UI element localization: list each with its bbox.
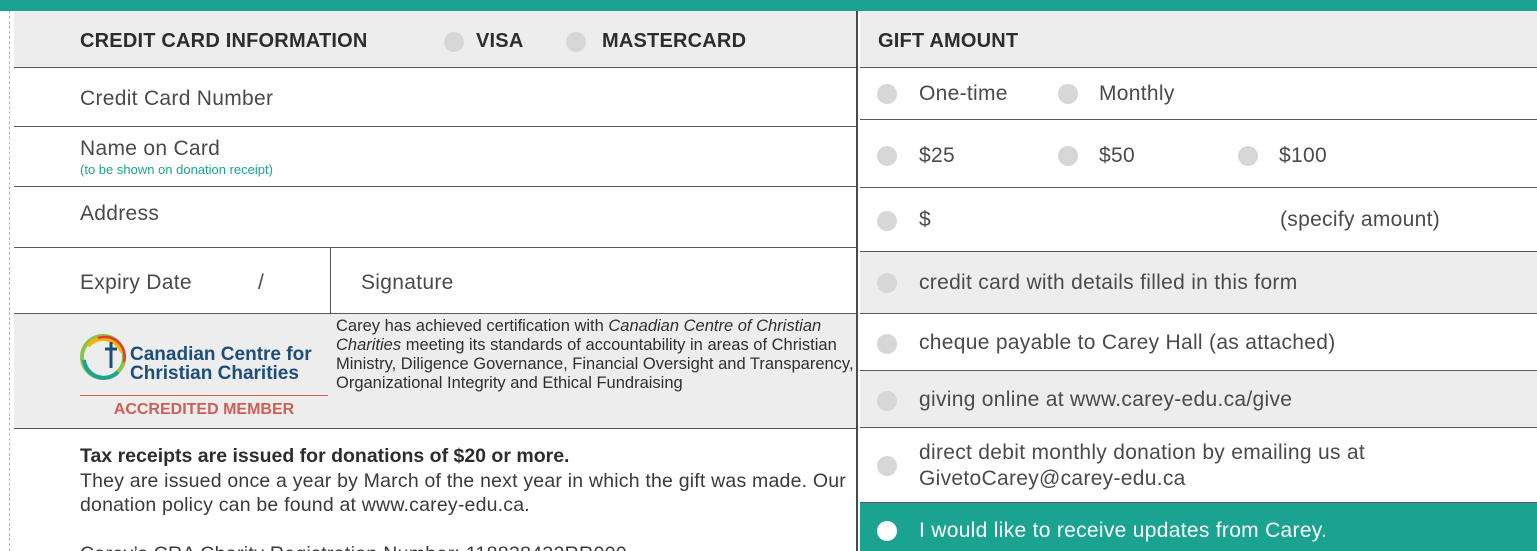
accreditation-text-start: Carey has achieved certification with (336, 317, 609, 335)
method-credit-card-label: credit card with details filled in this … (919, 271, 1298, 294)
credit-card-section: CREDIT CARD INFORMATION VISA MASTERCARD … (14, 11, 858, 551)
method-cheque-radio[interactable] (877, 334, 897, 354)
expiry-divider (330, 248, 331, 313)
amount-25-radio[interactable] (877, 146, 897, 166)
address-label: Address (80, 202, 160, 225)
custom-amount-prefix: $ (919, 208, 931, 231)
one-time-radio[interactable] (877, 84, 897, 104)
org-name-line1: Canadian Centre for (130, 344, 312, 365)
amount-50-label: $50 (1099, 144, 1135, 167)
visa-label: VISA (476, 30, 524, 52)
tax-receipt-block: Tax receipts are issued for donations of… (14, 429, 856, 551)
credit-card-title: CREDIT CARD INFORMATION (80, 30, 368, 52)
accreditation-text-end: meeting its standards of accountability … (336, 336, 854, 392)
mastercard-radio[interactable] (566, 32, 586, 52)
name-on-card-note: (to be shown on donation receipt) (80, 162, 273, 177)
name-on-card-field[interactable]: Name on Card (to be shown on donation re… (14, 127, 856, 187)
frequency-row: One-time Monthly (860, 68, 1537, 120)
donation-form: CREDIT CARD INFORMATION VISA MASTERCARD … (14, 11, 1537, 551)
address-field[interactable]: Address (14, 187, 856, 248)
tax-receipt-body: They are issued once a year by March of … (80, 470, 846, 516)
amount-row: $25 $50 $100 (860, 120, 1537, 188)
amount-50-radio[interactable] (1058, 146, 1078, 166)
updates-radio[interactable] (877, 521, 897, 541)
expiry-separator: / (258, 271, 265, 294)
method-online-radio[interactable] (877, 391, 897, 411)
method-online-label: giving online at www.carey-edu.ca/give (919, 388, 1293, 411)
method-direct-debit-label: direct debit monthly donation by emailin… (919, 441, 1366, 490)
org-name-line2: Christian Charities (130, 363, 299, 384)
monthly-radio[interactable] (1058, 84, 1078, 104)
amount-100-label: $100 (1279, 144, 1327, 167)
accredited-member-badge: ACCREDITED MEMBER (80, 395, 328, 419)
amount-25-label: $25 (919, 144, 955, 167)
gift-amount-header: GIFT AMOUNT (860, 11, 1537, 68)
accreditation-text: Carey has achieved certification with Ca… (336, 317, 856, 393)
method-credit-card-row: credit card with details filled in this … (860, 252, 1537, 314)
top-accent-bar (0, 0, 1537, 11)
card-number-label: Credit Card Number (80, 87, 274, 110)
gift-amount-title: GIFT AMOUNT (878, 30, 1019, 52)
method-credit-card-radio[interactable] (877, 273, 897, 293)
one-time-label: One-time (919, 82, 1008, 105)
custom-amount-radio[interactable] (877, 211, 897, 231)
card-number-field[interactable]: Credit Card Number (14, 68, 856, 127)
tax-receipt-heading: Tax receipts are issued for donations of… (80, 445, 570, 467)
expiry-signature-row: Expiry Date / Signature (14, 248, 856, 314)
custom-amount-note: (specify amount) (1280, 208, 1441, 231)
signature-label: Signature (361, 271, 454, 294)
method-cheque-row: cheque payable to Carey Hall (as attache… (860, 314, 1537, 371)
updates-row: I would like to receive updates from Car… (860, 503, 1537, 551)
charity-registration: Carey’s CRA Charity Registration Number:… (80, 543, 627, 551)
custom-amount-row[interactable]: $ (specify amount) (860, 188, 1537, 252)
cccc-logo-icon (80, 334, 126, 380)
method-direct-debit-row: direct debit monthly donation by emailin… (860, 428, 1537, 503)
name-on-card-label: Name on Card (80, 137, 221, 160)
mastercard-label: MASTERCARD (602, 30, 747, 52)
updates-label: I would like to receive updates from Car… (919, 519, 1328, 542)
monthly-label: Monthly (1099, 82, 1175, 105)
expiry-date-label: Expiry Date (80, 271, 192, 294)
method-direct-debit-radio[interactable] (877, 456, 897, 476)
accreditation-block: Canadian Centre for Christian Charities … (14, 314, 856, 429)
method-cheque-label: cheque payable to Carey Hall (as attache… (919, 331, 1336, 354)
visa-radio[interactable] (444, 32, 464, 52)
credit-card-header: CREDIT CARD INFORMATION VISA MASTERCARD (14, 11, 856, 68)
amount-100-radio[interactable] (1238, 146, 1258, 166)
cut-line (9, 11, 10, 551)
gift-amount-section: GIFT AMOUNT One-time Monthly $25 $50 $10… (860, 11, 1537, 551)
method-online-row: giving online at www.carey-edu.ca/give (860, 371, 1537, 428)
